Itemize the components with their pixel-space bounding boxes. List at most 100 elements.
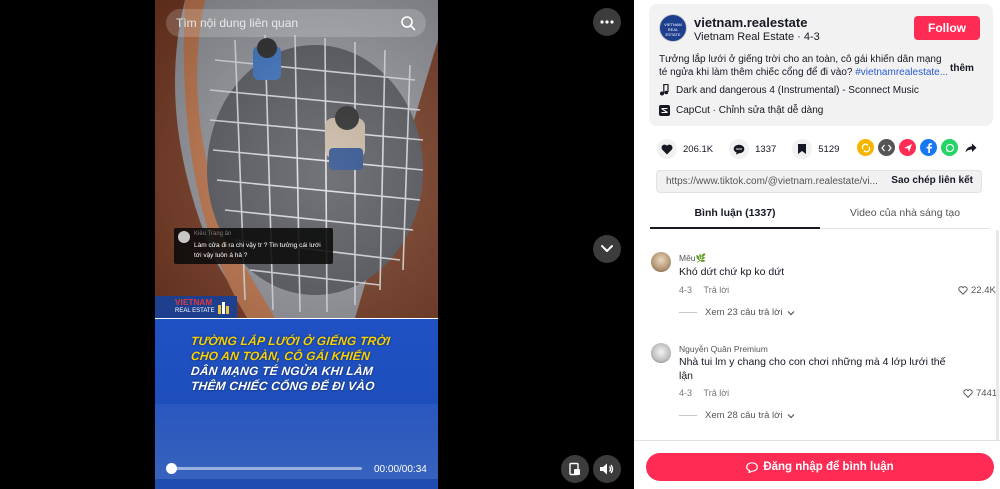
building-icon: [218, 302, 229, 314]
search-icon[interactable]: [400, 15, 416, 31]
comment-username[interactable]: Nguyễn Quân Premium: [679, 344, 768, 354]
logo-text: VIETNAM: [175, 298, 213, 307]
author-username[interactable]: vietnam.realestate: [694, 15, 807, 30]
comment-avatar[interactable]: [651, 343, 671, 363]
comment-avatar[interactable]: [651, 252, 671, 272]
more-dots-icon: [600, 20, 614, 24]
caption-line: DÂN MẠNG TÉ NGỬA KHI LÀM: [190, 364, 374, 378]
chevron-down-icon: [601, 245, 613, 252]
action-stats-row: 206.1K 1337 5129: [657, 138, 855, 160]
avatar-logo-text: VIETNAM REAL ESTATE: [664, 22, 682, 37]
music-row[interactable]: Dark and dangerous 4 (Instrumental) - Sc…: [659, 83, 919, 97]
comment-text: Nhà tui lm y chang cho con chơi những mà…: [679, 356, 946, 382]
comment-like-count: 7441: [976, 388, 998, 399]
view-replies-label[interactable]: Xem 23 câu trả lời: [705, 307, 783, 318]
comments-scrollbar[interactable]: [996, 230, 999, 440]
reply-button[interactable]: Trả lời: [704, 285, 730, 295]
music-note-icon: [660, 84, 669, 96]
view-replies-button[interactable]: Xem 23 câu trả lời: [679, 307, 795, 318]
comment-date: 4-3: [679, 388, 693, 398]
like-count: 206.1K: [683, 143, 714, 155]
comment-meta: 4-3 Trả lời: [679, 388, 729, 398]
like-stat[interactable]: 206.1K: [657, 139, 713, 159]
comment-username[interactable]: Mêu🌿: [679, 253, 706, 264]
caption-line: CHO AN TOÀN, CÔ GÁI KHIẾN: [190, 349, 371, 363]
video-link-url[interactable]: https://www.tiktok.com/@vietnam.realesta…: [666, 176, 884, 187]
follow-button[interactable]: Follow: [914, 16, 980, 40]
tab-creator-videos[interactable]: Video của nhà sáng tạo: [820, 207, 990, 229]
comment-stat[interactable]: 1337: [729, 139, 776, 159]
caption-line: TƯỜNG LẮP LƯỚI Ở GIẾNG TRỜI: [190, 334, 391, 348]
hashtag-link[interactable]: #vietnamrealestate...: [855, 67, 948, 78]
overlay-comment-text: Làm cửa đi ra chi vậy tr ? Tin tưởng cái…: [194, 242, 321, 259]
overlay-username: Kiều Trang ân: [194, 231, 232, 237]
video-logo: VIETNAM REAL ESTATE: [155, 296, 237, 319]
scene-shade: [155, 0, 438, 318]
picture-in-picture-button[interactable]: [561, 455, 589, 483]
comment-like[interactable]: 7441: [963, 388, 997, 399]
copy-link-button[interactable]: Sao chép liên kết: [891, 175, 973, 186]
comment-icon: [746, 461, 759, 473]
comment-text: Khó dứt chứ kp ko dứt: [679, 266, 785, 278]
capcut-row[interactable]: CapCut · Chỉnh sửa thật dễ dàng: [659, 103, 823, 117]
comment-icon[interactable]: [729, 139, 750, 159]
divider: [679, 415, 697, 416]
share-buttons: [857, 139, 979, 156]
heart-outline-icon: [963, 389, 973, 398]
author-subtitle: Vietnam Real Estate · 4-3: [694, 31, 820, 43]
comment-date: 4-3: [679, 285, 693, 295]
divider: [679, 312, 697, 313]
tab-comments[interactable]: Bình luận (1337): [650, 207, 820, 229]
pip-icon: [569, 462, 580, 476]
embed-icon[interactable]: [878, 139, 895, 156]
more-options-button[interactable]: [593, 8, 621, 36]
video-progress-knob[interactable]: [166, 463, 177, 474]
view-replies-button[interactable]: Xem 28 câu trả lời: [679, 410, 795, 421]
heart-outline-icon: [958, 286, 968, 295]
post-date: 4-3: [803, 31, 820, 43]
see-more-link[interactable]: thêm: [950, 63, 974, 74]
video-description: Tưởng lắp lưới ở giếng trời cho an toàn,…: [659, 53, 949, 79]
music-title[interactable]: Dark and dangerous 4 (Instrumental) - Sc…: [676, 85, 919, 96]
repost-icon[interactable]: [857, 139, 874, 156]
search-input[interactable]: [176, 16, 400, 30]
logo-subtext: REAL ESTATE: [175, 308, 215, 314]
volume-icon: [600, 463, 614, 475]
next-video-button[interactable]: [593, 235, 621, 263]
login-button-label: Đăng nhập để bình luận: [763, 461, 894, 473]
video-area[interactable]: TƯỜNG LẮP LƯỚI Ở GIẾNG TRỜI CHO AN TOÀN,…: [0, 0, 634, 489]
separator: ·: [794, 31, 804, 43]
capcut-text[interactable]: CapCut · Chỉnh sửa thật dễ dàng: [676, 105, 823, 116]
save-count: 5129: [818, 143, 840, 155]
active-tab-indicator: [650, 227, 820, 229]
video-link-box: https://www.tiktok.com/@vietnam.realesta…: [656, 170, 982, 193]
send-icon[interactable]: [899, 139, 916, 156]
login-to-comment-button[interactable]: Đăng nhập để bình luận: [646, 453, 994, 481]
comment-count: 1337: [755, 143, 777, 155]
video-logo-strip: VIETNAM REAL ESTATE: [155, 296, 438, 319]
chevron-down-icon: [787, 413, 794, 418]
whatsapp-icon[interactable]: [941, 139, 958, 156]
comment-meta: 4-3 Trả lời: [679, 285, 729, 295]
comment-like[interactable]: 22.4K: [958, 285, 996, 296]
app-root: TƯỜNG LẮP LƯỚI Ở GIẾNG TRỜI CHO AN TOÀN,…: [0, 0, 1000, 489]
overlay-avatar: [178, 231, 190, 243]
save-stat[interactable]: 5129: [792, 139, 839, 159]
search-box[interactable]: [166, 9, 426, 37]
facebook-icon[interactable]: [920, 139, 937, 156]
chevron-down-icon: [787, 310, 794, 315]
heart-icon[interactable]: [657, 139, 677, 159]
video-time: 00:00/00:34: [374, 464, 427, 475]
reply-button[interactable]: Trả lời: [704, 388, 730, 398]
capcut-icon: [659, 104, 670, 116]
volume-button[interactable]: [593, 455, 621, 483]
video-comment-overlay: Kiều Trang ân Làm cửa đi ra chi vậy tr ?…: [174, 228, 333, 264]
view-replies-label[interactable]: Xem 28 câu trả lời: [705, 410, 783, 421]
caption-line: THÊM CHIẾC CỔNG ĐỂ ĐI VÀO: [190, 379, 376, 393]
comment-like-count: 22.4K: [971, 285, 996, 296]
share-arrow-icon[interactable]: [962, 139, 979, 156]
caption-block: TƯỜNG LẮP LƯỚI Ở GIẾNG TRỜI CHO AN TOÀN,…: [155, 319, 438, 479]
video-progress-bar[interactable]: [168, 467, 362, 470]
author-display-name[interactable]: Vietnam Real Estate: [694, 31, 794, 43]
bookmark-icon[interactable]: [792, 139, 813, 159]
